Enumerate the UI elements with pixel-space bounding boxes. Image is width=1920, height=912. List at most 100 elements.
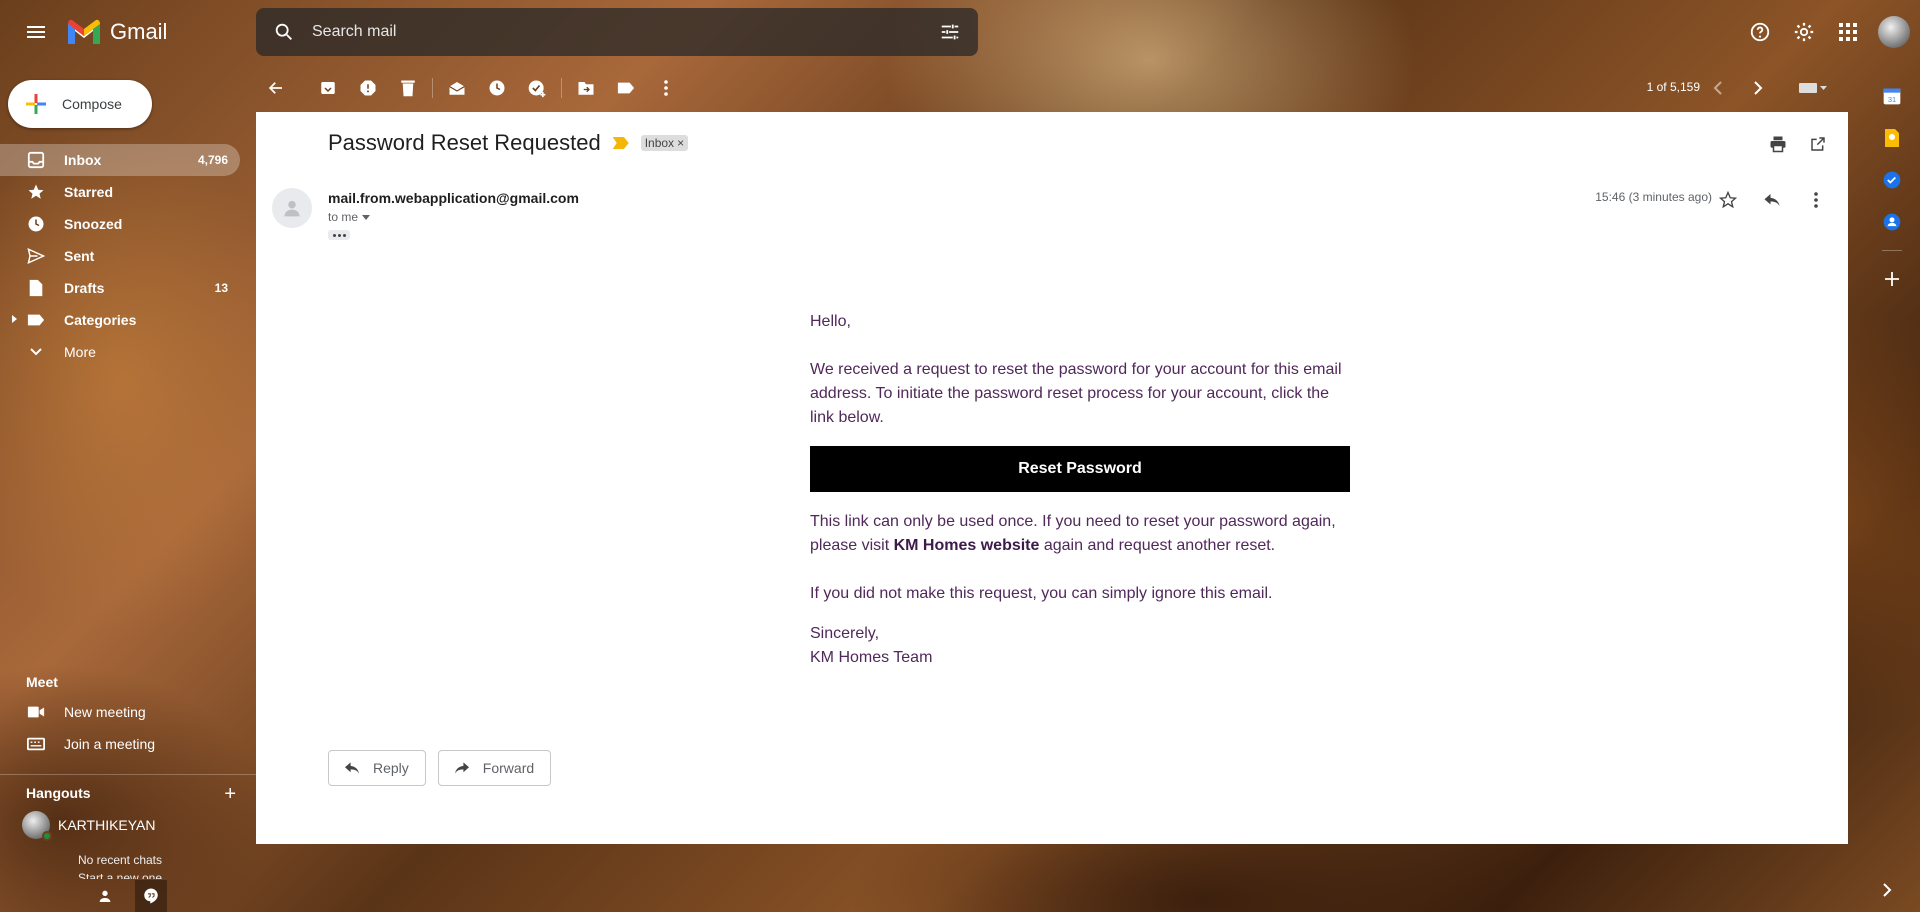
help-icon[interactable] — [1740, 12, 1780, 52]
sender-email: mail.from.webapplication@gmail.com — [328, 190, 579, 206]
reply-icon[interactable] — [1752, 180, 1792, 220]
newer-chevron-left-icon[interactable] — [1698, 68, 1738, 108]
sidebar-item-categories[interactable]: Categories — [0, 304, 240, 336]
new-meeting-link[interactable]: New meeting — [0, 696, 256, 728]
main-menu-icon[interactable] — [20, 16, 52, 48]
search-icon[interactable] — [256, 21, 312, 43]
folder-nav: Inbox 4,796 Starred Snoozed Sent Drafts … — [0, 144, 240, 368]
start-new-link[interactable]: Start a new one — [0, 869, 240, 879]
gmail-m-icon — [68, 19, 100, 44]
sidebar-item-drafts[interactable]: Drafts 13 — [0, 272, 240, 304]
hangouts-title: Hangouts — [26, 785, 91, 801]
sidebar-item-starred[interactable]: Starred — [0, 176, 240, 208]
reply-forward-row: Reply Forward — [328, 750, 552, 786]
unread-count: 4,796 — [197, 153, 228, 167]
sidebar-item-label: Categories — [64, 312, 137, 328]
move-to-folder-icon[interactable] — [566, 68, 606, 108]
keyboard-icon — [26, 734, 46, 754]
contacts-person-icon[interactable] — [89, 880, 121, 912]
label-tag-icon[interactable] — [606, 68, 646, 108]
video-camera-icon — [26, 702, 46, 722]
sidebar-item-inbox[interactable]: Inbox 4,796 — [0, 144, 240, 176]
older-chevron-right-icon[interactable] — [1738, 68, 1778, 108]
sidebar-item-label: Drafts — [64, 280, 105, 296]
body-paragraph-3: If you did not make this request, you ca… — [810, 585, 1273, 602]
sidebar-item-sent[interactable]: Sent — [0, 240, 240, 272]
archive-icon[interactable] — [308, 68, 348, 108]
contacts-icon[interactable] — [1864, 194, 1920, 250]
sidebar-item-label: More — [64, 344, 96, 360]
hangouts-user[interactable]: KARTHIKEYAN — [0, 807, 256, 843]
apps-grid-icon[interactable] — [1828, 12, 1868, 52]
show-trimmed-content-button[interactable] — [328, 230, 350, 240]
compose-button[interactable]: Compose — [8, 80, 152, 128]
svg-text:31: 31 — [1888, 95, 1896, 104]
app-name: Gmail — [110, 19, 168, 44]
no-chats-text: No recent chats — [77, 853, 163, 867]
expand-caret-icon[interactable] — [12, 315, 17, 323]
email-subject: Password Reset Requested — [328, 130, 601, 155]
mark-unread-icon[interactable] — [437, 68, 477, 108]
compose-plus-icon — [26, 94, 46, 114]
message-date: 15:46 (3 minutes ago) — [1595, 190, 1712, 204]
snooze-clock-icon[interactable] — [477, 68, 517, 108]
more-vert-icon[interactable] — [1796, 180, 1836, 220]
remove-label-icon[interactable]: × — [677, 136, 684, 150]
delete-trash-icon[interactable] — [388, 68, 428, 108]
back-arrow-icon[interactable] — [256, 68, 296, 108]
join-meeting-link[interactable]: Join a meeting — [0, 728, 256, 760]
side-panel: 31 — [1864, 64, 1920, 912]
label-icon — [26, 310, 46, 330]
km-homes-website-link[interactable]: KM Homes website — [894, 537, 1040, 554]
print-icon[interactable] — [1760, 126, 1796, 162]
toolbar-divider — [561, 78, 562, 98]
input-tools-keyboard-icon[interactable] — [1798, 76, 1838, 100]
more-vert-icon[interactable] — [646, 68, 686, 108]
message-toolbar: 1 of 5,159 — [256, 64, 1848, 112]
settings-gear-icon[interactable] — [1784, 12, 1824, 52]
label-chip-text: Inbox — [644, 136, 675, 150]
subject-row: Password Reset Requested Inbox × — [328, 130, 689, 156]
forward-arrow-icon — [454, 762, 469, 774]
reset-password-button[interactable]: Reset Password — [810, 446, 1350, 492]
gmail-logo[interactable]: Gmail — [66, 16, 167, 48]
search-input[interactable] — [312, 23, 922, 41]
hangouts-avatar — [22, 811, 52, 841]
no-recent-chats: No recent chats Start a new one — [0, 851, 240, 879]
meet-section: Meet New meeting Join a meeting — [0, 668, 256, 760]
reply-button[interactable]: Reply — [328, 750, 426, 786]
sidebar-item-snoozed[interactable]: Snoozed — [0, 208, 240, 240]
join-meeting-label: Join a meeting — [64, 736, 156, 752]
star-icon[interactable] — [1708, 180, 1748, 220]
search-options-icon[interactable] — [922, 21, 978, 43]
inbox-label-chip[interactable]: Inbox × — [640, 135, 689, 151]
sidebar-item-more[interactable]: More — [0, 336, 240, 368]
forward-label: Forward — [482, 760, 535, 776]
get-addons-plus-icon[interactable] — [1864, 251, 1920, 307]
open-in-new-window-icon[interactable] — [1800, 126, 1836, 162]
hangouts-user-name: KARTHIKEYAN — [58, 817, 156, 833]
details-dropdown-icon[interactable] — [362, 214, 371, 220]
hangouts-chat-icon[interactable] — [135, 880, 167, 912]
body-paragraph-1: We received a request to reset the passw… — [810, 361, 1342, 426]
report-spam-icon[interactable] — [348, 68, 388, 108]
add-chat-icon[interactable]: + — [224, 783, 236, 806]
show-side-panel-chevron-icon[interactable] — [1882, 883, 1892, 902]
draft-icon — [26, 278, 46, 298]
sidebar-item-label: Starred — [64, 184, 114, 200]
add-task-icon[interactable] — [517, 68, 557, 108]
forward-button[interactable]: Forward — [437, 750, 552, 786]
important-marker-icon[interactable] — [612, 137, 629, 149]
sidebar-item-label: Snoozed — [64, 216, 123, 232]
send-icon — [26, 246, 46, 266]
body-paragraph-2: This link can only be used once. If you … — [810, 510, 1350, 558]
search-bar[interactable] — [256, 8, 978, 56]
account-avatar[interactable] — [1878, 16, 1910, 48]
sidebar: Compose Inbox 4,796 Starred Snoozed Sent… — [0, 64, 256, 912]
chevron-down-icon — [26, 342, 46, 362]
hangouts-bottom-bar — [0, 880, 256, 912]
sender-avatar[interactable] — [272, 188, 312, 228]
inbox-icon — [26, 150, 46, 170]
recipient-line[interactable]: to me — [328, 210, 371, 224]
pager-buttons — [1698, 68, 1778, 108]
